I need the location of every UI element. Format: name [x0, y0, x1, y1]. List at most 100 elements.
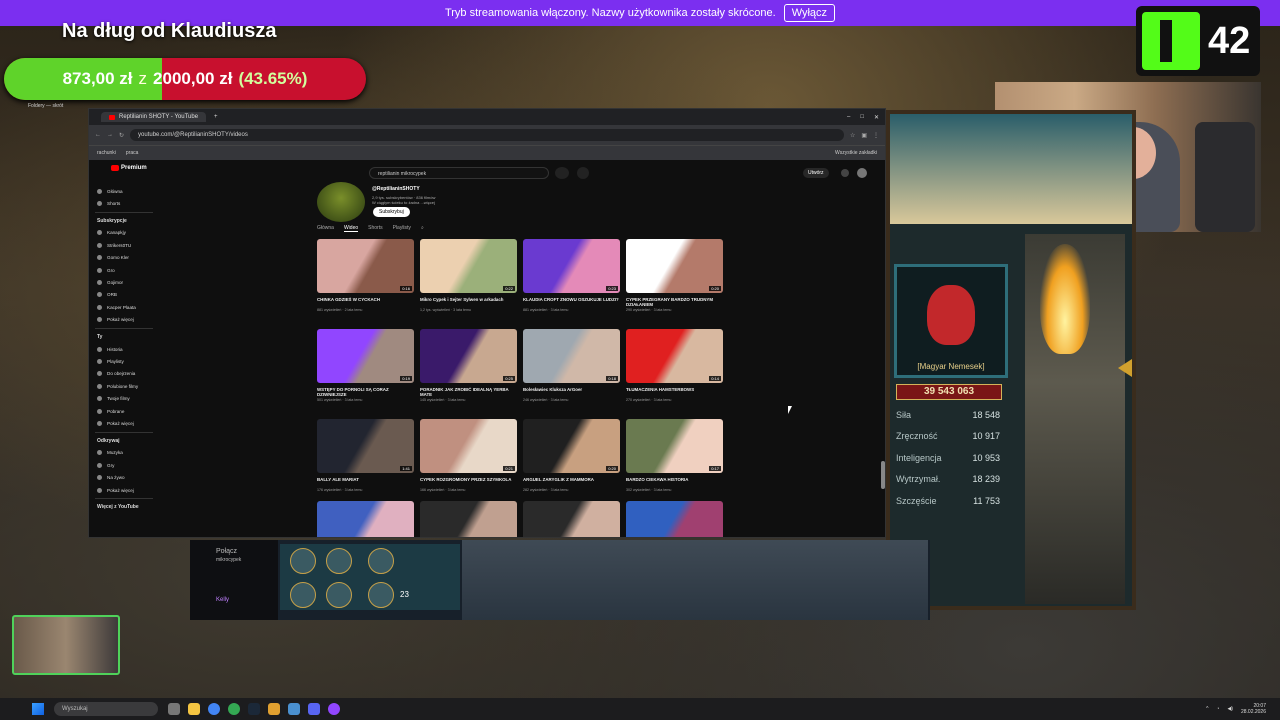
video-title[interactable]: PORADNIK JAK ZROBIĆ IDEALNĄ YERBA MATE: [420, 387, 517, 397]
video-title[interactable]: CYPEK PRZEGRANY BARDZO TRUDNYM DZIAŁANIE…: [626, 297, 723, 307]
sidebar-item[interactable]: Do obejrzenia: [89, 368, 159, 380]
video-title[interactable]: KLAUDIA CROFT ZNOWU OSZUKUJE LUDZI?: [523, 297, 620, 307]
new-tab-icon[interactable]: +: [214, 114, 218, 120]
sidebar-item[interactable]: Główna: [89, 185, 159, 197]
reload-icon[interactable]: ↻: [119, 132, 124, 139]
url-input[interactable]: youtube.com/@ReptilianinSHOTY/videos: [130, 129, 844, 141]
video-card[interactable]: 0:20 ARGUEL ZARYGLIK Z MAMMORA 282 wyświet…: [523, 419, 620, 492]
item-slot[interactable]: [326, 548, 352, 574]
video-card[interactable]: 0:22 Mikro Cypek i Sejter Sylwen w arkada…: [420, 239, 517, 312]
sidebar-item[interactable]: Na żywo: [89, 471, 159, 483]
app-icon[interactable]: [288, 703, 300, 715]
channel-description[interactable]: W ciągłym ścieku to żadna ...więcej: [372, 200, 435, 205]
microphone-icon[interactable]: [577, 167, 589, 179]
item-slot[interactable]: [290, 548, 316, 574]
video-card[interactable]: [317, 501, 414, 537]
taskbar-search[interactable]: Wyszukaj: [54, 702, 158, 716]
video-thumbnail[interactable]: [317, 501, 414, 537]
sidebar-item[interactable]: Gro: [89, 264, 159, 276]
chevron-up-icon[interactable]: ^: [1206, 706, 1208, 712]
task-view-icon[interactable]: [168, 703, 180, 715]
video-card[interactable]: 0:23 KLAUDIA CROFT ZNOWU OSZUKUJE LUDZI? 8…: [523, 239, 620, 312]
video-card[interactable]: 0:25 PORADNIK JAK ZROBIĆ IDEALNĄ YERBA MA…: [420, 329, 517, 402]
character-portrait[interactable]: [Magyar Nemesek]: [894, 264, 1008, 378]
chrome-icon-2[interactable]: [228, 703, 240, 715]
browser-tab[interactable]: Reptilianin SHOTY - YouTube: [101, 112, 207, 122]
question-icon[interactable]: [326, 582, 352, 608]
sidebar-item[interactable]: Shorts: [89, 197, 159, 209]
sidebar-item[interactable]: Strikers0TU: [89, 239, 159, 251]
scrollbar[interactable]: [881, 461, 885, 489]
sidebar-item[interactable]: ORB: [89, 289, 159, 301]
forward-icon[interactable]: →: [107, 132, 113, 138]
video-thumbnail[interactable]: 0:21: [420, 419, 517, 473]
steam-icon[interactable]: [248, 703, 260, 715]
video-title[interactable]: TŁUMACZENIA HAMSTERBOWS: [626, 387, 723, 397]
sidebar-item[interactable]: Pokaż więcej: [89, 314, 159, 326]
youtube-search-input[interactable]: reptilianin mikrocypek: [369, 167, 549, 179]
create-button[interactable]: Utwórz: [803, 168, 829, 178]
video-thumbnail[interactable]: 1:41: [317, 419, 414, 473]
sidebar-item[interactable]: Playlisty: [89, 355, 159, 367]
video-card[interactable]: 1:41 BALLY ALE MARIAT 176 wyświetleń · 3 l…: [317, 419, 414, 492]
video-title[interactable]: CYPEK ROZGROMIONY PRZEZ SZYMKOLA: [420, 477, 517, 487]
discord-icon[interactable]: [308, 703, 320, 715]
video-card[interactable]: 0:18 Bolesławiec Kluksza ArGoer 246 wyświe…: [523, 329, 620, 402]
all-bookmarks[interactable]: Wszystkie zakładki: [835, 150, 877, 156]
video-thumbnail[interactable]: 0:17: [626, 419, 723, 473]
video-thumbnail[interactable]: 0:20: [626, 239, 723, 293]
volume-icon[interactable]: ◀): [1227, 706, 1233, 712]
menu-icon[interactable]: ⋮: [873, 132, 879, 139]
sidebar-item[interactable]: Twoje filmy: [89, 392, 159, 404]
video-card[interactable]: 0:21 CYPEK ROZGROMIONY PRZEZ SZYMKOLA 166 …: [420, 419, 517, 492]
video-title[interactable]: BARDZO CIEKAWA HISTORIA: [626, 477, 723, 487]
video-card[interactable]: 0:19 WSTĘPY DO PORNOLI SĄ CORAZ DZIWNIEJS…: [317, 329, 414, 402]
mushroom-icon[interactable]: [368, 582, 394, 608]
youtube-logo[interactable]: Premium: [111, 165, 147, 171]
sidebar-item[interactable]: Gry: [89, 459, 159, 471]
disable-streaming-button[interactable]: Wyłącz: [783, 4, 836, 22]
video-title[interactable]: BALLY ALE MARIAT: [317, 477, 414, 487]
item-slot[interactable]: [368, 548, 394, 574]
video-title[interactable]: Bolesławiec Kluksza ArGoer: [523, 387, 620, 397]
subscribe-button[interactable]: Subskrybuj: [373, 207, 410, 217]
video-card[interactable]: 0:16 CHINKA GDZIEŚ W CYCKACH 881 wyświetle…: [317, 239, 414, 312]
minimize-icon[interactable]: –: [847, 114, 850, 121]
search-icon[interactable]: [555, 167, 569, 179]
video-thumbnail[interactable]: [420, 501, 517, 537]
video-card[interactable]: [626, 501, 723, 537]
video-thumbnail[interactable]: 0:18: [523, 329, 620, 383]
back-icon[interactable]: ←: [95, 132, 101, 138]
video-thumbnail[interactable]: 0:14: [626, 329, 723, 383]
channel-tab[interactable]: Główna: [317, 225, 334, 232]
video-title[interactable]: ARGUEL ZARYGLIK Z MAMMORA: [523, 477, 620, 487]
video-thumbnail[interactable]: 0:16: [317, 239, 414, 293]
video-thumbnail[interactable]: 0:20: [523, 419, 620, 473]
channel-tab[interactable]: Playlisty: [393, 225, 411, 232]
video-card[interactable]: [420, 501, 517, 537]
app-icon[interactable]: [268, 703, 280, 715]
video-thumbnail[interactable]: 0:22: [420, 239, 517, 293]
sidebar-item[interactable]: Pokaż więcej: [89, 417, 159, 429]
video-thumbnail[interactable]: 0:25: [420, 329, 517, 383]
channel-search-icon[interactable]: ⌕: [421, 225, 424, 232]
star-icon[interactable]: ☆: [850, 132, 855, 139]
video-card[interactable]: 0:14 TŁUMACZENIA HAMSTERBOWS 270 wyświetle…: [626, 329, 723, 402]
sidebar-item[interactable]: Kanapkjy: [89, 227, 159, 239]
sidebar-item[interactable]: Kacper Plaata: [89, 301, 159, 313]
wifi-icon[interactable]: ◔: [1216, 706, 1219, 712]
sidebar-item[interactable]: Pokaż więcej: [89, 484, 159, 496]
video-title[interactable]: WSTĘPY DO PORNOLI SĄ CORAZ DZIWNIEJSZE: [317, 387, 414, 397]
windows-start-icon[interactable]: [32, 703, 44, 715]
video-card[interactable]: 0:20 CYPEK PRZEGRANY BARDZO TRUDNYM DZIAŁ…: [626, 239, 723, 312]
sidebar-item[interactable]: Muzyka: [89, 447, 159, 459]
sidebar-item[interactable]: Polubione filmy: [89, 380, 159, 392]
chrome-icon[interactable]: [208, 703, 220, 715]
bookmark-praca[interactable]: praca: [126, 150, 139, 156]
clock[interactable]: 20:07 28.02.2026: [1241, 703, 1266, 715]
obs-icon[interactable]: [328, 703, 340, 715]
channel-avatar[interactable]: [317, 182, 365, 222]
video-title[interactable]: Mikro Cypek i Sejter Sylwen w arkadach: [420, 297, 517, 307]
video-thumbnail[interactable]: 0:19: [317, 329, 414, 383]
bookmark-rachunki[interactable]: rachunki: [97, 150, 116, 156]
